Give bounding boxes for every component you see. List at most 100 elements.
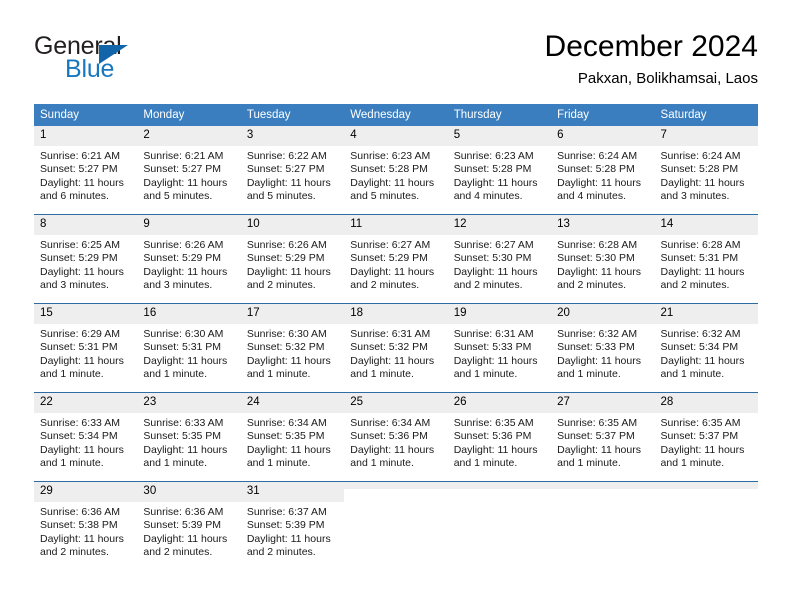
daylight-text: Daylight: 11 hours and 2 minutes.	[557, 265, 641, 292]
calendar-day-cell[interactable]: 3 Sunrise: 6:22 AM Sunset: 5:27 PM Daylight…	[240, 126, 345, 215]
daylight-text: Daylight: 11 hours and 5 minutes.	[350, 176, 435, 203]
daylight-text: Daylight: 11 hours and 1 minute.	[143, 443, 228, 470]
day-details: Sunrise: 6:27 AM Sunset: 5:29 PM Daylight:…	[344, 235, 447, 293]
sunrise-text: Sunrise: 6:34 AM	[350, 417, 431, 429]
day-number: 20	[551, 304, 655, 324]
daylight-text: Daylight: 11 hours and 2 minutes.	[453, 265, 538, 292]
calendar-day-cell[interactable]: 13 Sunrise: 6:28 AM Sunset: 5:30 PM Dayligh…	[551, 214, 655, 304]
calendar-day-cell[interactable]: 6 Sunrise: 6:24 AM Sunset: 5:28 PM Daylight…	[551, 126, 655, 215]
sunrise-text: Sunrise: 6:35 AM	[660, 417, 741, 429]
day-number: 6	[551, 126, 655, 146]
day-details: Sunrise: 6:32 AM Sunset: 5:34 PM Daylight:…	[655, 324, 758, 382]
sunrise-text: Sunrise: 6:27 AM	[350, 239, 431, 251]
daylight-text: Daylight: 11 hours and 1 minute.	[557, 443, 641, 470]
day-number: 12	[447, 215, 552, 235]
sunrise-text: Sunrise: 6:36 AM	[143, 506, 224, 518]
sunrise-text: Sunrise: 6:36 AM	[40, 506, 120, 518]
calendar-day-cell[interactable]: 19 Sunrise: 6:31 AM Sunset: 5:33 PM Dayligh…	[447, 303, 552, 393]
calendar-day-cell[interactable]: 26 Sunrise: 6:35 AM Sunset: 5:36 PM Dayligh…	[447, 392, 552, 482]
daylight-text: Daylight: 11 hours and 1 minute.	[246, 354, 331, 381]
calendar-day-cell[interactable]: 24 Sunrise: 6:34 AM Sunset: 5:35 PM Dayligh…	[240, 392, 345, 482]
sunrise-text: Sunrise: 6:27 AM	[453, 239, 534, 251]
sunset-text: Sunset: 5:37 PM	[660, 430, 739, 443]
calendar-day-cell[interactable]: 8 Sunrise: 6:25 AM Sunset: 5:29 PM Daylight…	[34, 214, 138, 304]
calendar-day-cell[interactable]: 5 Sunrise: 6:23 AM Sunset: 5:28 PM Daylight…	[447, 126, 552, 215]
daylight-text: Daylight: 11 hours and 3 minutes.	[143, 265, 228, 292]
calendar-day-cell[interactable]: 9 Sunrise: 6:26 AM Sunset: 5:29 PM Daylight…	[137, 214, 241, 304]
calendar-day-cell[interactable]: 20 Sunrise: 6:32 AM Sunset: 5:33 PM Dayligh…	[551, 303, 655, 393]
calendar-day-cell[interactable]: 18 Sunrise: 6:31 AM Sunset: 5:32 PM Dayligh…	[344, 303, 448, 393]
day-number: 19	[447, 304, 552, 324]
calendar-day-cell[interactable]: 16 Sunrise: 6:30 AM Sunset: 5:31 PM Dayligh…	[137, 303, 241, 393]
sunrise-text: Sunrise: 6:21 AM	[143, 150, 224, 162]
sunrise-text: Sunrise: 6:32 AM	[660, 328, 741, 340]
calendar-page: General Blue December 2024 Pakxan, Bolik…	[0, 0, 792, 612]
calendar-day-cell[interactable]: 23 Sunrise: 6:33 AM Sunset: 5:35 PM Dayligh…	[137, 392, 241, 482]
calendar-day-cell[interactable]: 30 Sunrise: 6:36 AM Sunset: 5:39 PM Dayligh…	[137, 481, 241, 570]
calendar-day-cell[interactable]: 7 Sunrise: 6:24 AM Sunset: 5:28 PM Daylight…	[654, 126, 758, 215]
calendar-header-row: Sunday Monday Tuesday Wednesday Thursday…	[34, 104, 758, 126]
daylight-text: Daylight: 11 hours and 2 minutes.	[40, 532, 124, 559]
daylight-text: Daylight: 11 hours and 1 minute.	[246, 443, 331, 470]
day-details: Sunrise: 6:28 AM Sunset: 5:31 PM Daylight:…	[655, 235, 758, 293]
calendar-day-cell[interactable]: 22 Sunrise: 6:33 AM Sunset: 5:34 PM Dayligh…	[34, 392, 138, 482]
sunrise-text: Sunrise: 6:22 AM	[246, 150, 327, 162]
calendar-day-cell[interactable]: 25 Sunrise: 6:34 AM Sunset: 5:36 PM Dayligh…	[344, 392, 448, 482]
calendar-day-cell[interactable]: 21 Sunrise: 6:32 AM Sunset: 5:34 PM Dayligh…	[654, 303, 758, 393]
sunrise-text: Sunrise: 6:34 AM	[246, 417, 327, 429]
calendar-day-cell[interactable]: 17 Sunrise: 6:30 AM Sunset: 5:32 PM Dayligh…	[240, 303, 345, 393]
daylight-text: Daylight: 11 hours and 2 minutes.	[660, 265, 745, 292]
day-details: Sunrise: 6:25 AM Sunset: 5:29 PM Daylight:…	[34, 235, 137, 293]
day-details: Sunrise: 6:31 AM Sunset: 5:32 PM Daylight:…	[344, 324, 447, 382]
weekday-header-monday: Monday	[137, 104, 241, 126]
daylight-text: Daylight: 11 hours and 2 minutes.	[143, 532, 228, 559]
day-number: 18	[344, 304, 448, 324]
sunrise-text: Sunrise: 6:35 AM	[557, 417, 638, 429]
daylight-text: Daylight: 11 hours and 3 minutes.	[40, 265, 124, 292]
page-subtitle: Pakxan, Bolikhamsai, Laos	[577, 70, 758, 87]
calendar-day-cell[interactable]: 31 Sunrise: 6:37 AM Sunset: 5:39 PM Dayligh…	[240, 481, 345, 570]
day-number: 13	[551, 215, 655, 235]
day-number: 21	[654, 304, 758, 324]
day-number	[447, 482, 552, 489]
day-number: 4	[344, 126, 448, 146]
day-details: Sunrise: 6:24 AM Sunset: 5:28 PM Daylight:…	[551, 146, 654, 204]
sunset-text: Sunset: 5:28 PM	[557, 163, 635, 176]
daylight-text: Daylight: 11 hours and 1 minute.	[660, 443, 745, 470]
day-number: 27	[551, 393, 655, 413]
calendar-day-cell[interactable]: 10 Sunrise: 6:26 AM Sunset: 5:29 PM Dayligh…	[240, 214, 345, 304]
daylight-text: Daylight: 11 hours and 1 minute.	[453, 354, 538, 381]
sunset-text: Sunset: 5:39 PM	[246, 519, 325, 532]
sunrise-text: Sunrise: 6:30 AM	[246, 328, 327, 340]
day-number: 24	[240, 393, 345, 413]
calendar-day-cell[interactable]: 4 Sunrise: 6:23 AM Sunset: 5:28 PM Daylight…	[344, 126, 448, 215]
calendar-day-cell[interactable]: 29 Sunrise: 6:36 AM Sunset: 5:38 PM Dayligh…	[34, 481, 138, 570]
calendar-day-cell-empty	[447, 481, 552, 570]
calendar-day-cell[interactable]: 12 Sunrise: 6:27 AM Sunset: 5:30 PM Dayligh…	[447, 214, 552, 304]
calendar-day-cell[interactable]: 1 Sunrise: 6:21 AM Sunset: 5:27 PM Daylight…	[34, 126, 138, 215]
daylight-text: Daylight: 11 hours and 2 minutes.	[350, 265, 435, 292]
weekday-header-tuesday: Tuesday	[240, 104, 345, 126]
sunset-text: Sunset: 5:29 PM	[40, 252, 118, 265]
day-details	[344, 489, 447, 493]
sunset-text: Sunset: 5:27 PM	[40, 163, 118, 176]
day-details: Sunrise: 6:26 AM Sunset: 5:29 PM Daylight:…	[241, 235, 344, 293]
calendar-day-cell[interactable]: 2 Sunrise: 6:21 AM Sunset: 5:27 PM Daylight…	[137, 126, 241, 215]
logo-text-blue: Blue	[65, 55, 115, 83]
calendar-day-cell[interactable]: 15 Sunrise: 6:29 AM Sunset: 5:31 PM Dayligh…	[34, 303, 138, 393]
day-details: Sunrise: 6:21 AM Sunset: 5:27 PM Daylight:…	[137, 146, 240, 204]
general-blue-logo[interactable]: General Blue	[34, 32, 244, 90]
calendar-day-cell[interactable]: 27 Sunrise: 6:35 AM Sunset: 5:37 PM Dayligh…	[551, 392, 655, 482]
day-number: 10	[240, 215, 345, 235]
day-details: Sunrise: 6:21 AM Sunset: 5:27 PM Daylight:…	[34, 146, 137, 204]
sunset-text: Sunset: 5:29 PM	[246, 252, 325, 265]
calendar-day-cell[interactable]: 14 Sunrise: 6:28 AM Sunset: 5:31 PM Dayligh…	[654, 214, 758, 304]
calendar-day-cell[interactable]: 11 Sunrise: 6:27 AM Sunset: 5:29 PM Dayligh…	[344, 214, 448, 304]
day-details: Sunrise: 6:30 AM Sunset: 5:31 PM Daylight:…	[137, 324, 240, 382]
daylight-text: Daylight: 11 hours and 5 minutes.	[143, 176, 228, 203]
daylight-text: Daylight: 11 hours and 1 minute.	[40, 354, 124, 381]
day-number: 14	[654, 215, 758, 235]
calendar-day-cell[interactable]: 28 Sunrise: 6:35 AM Sunset: 5:37 PM Dayligh…	[654, 392, 758, 482]
sunset-text: Sunset: 5:34 PM	[660, 341, 739, 354]
day-number: 29	[34, 482, 138, 502]
